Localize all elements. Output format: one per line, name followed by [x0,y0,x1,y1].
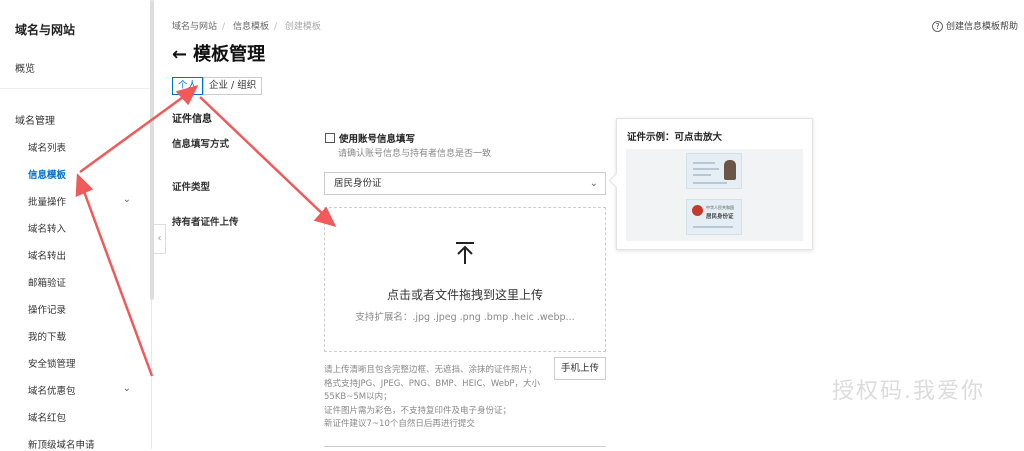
help-link[interactable]: ? 创建信息模板帮助 [931,19,1018,32]
card-text-line [693,226,733,228]
checkbox-box[interactable] [325,133,335,143]
upload-dropzone[interactable]: 点击或者文件拖拽到这里上传 支持扩展名：.jpg .jpeg .png .bmp… [324,207,606,352]
example-title: 证件示例：可点击放大 [627,132,723,143]
sidebar-item-discount-pack[interactable]: 域名优惠包 ⌄ [28,383,143,397]
tab-organization[interactable]: 企业 / 组织 [203,77,263,95]
cert-type-label: 证件类型 [172,182,211,193]
card-text-line [693,174,711,176]
breadcrumb-separator: / [222,22,226,32]
card-back-subtitle: 居民身份证 [706,214,734,220]
upload-note: 新证件建议7~10个自然日后再进行提交 [324,419,475,429]
page-title-text: 模板管理 [193,44,266,65]
upload-note: 请上传清晰且包含完整边框、无遮挡、涂抹的证件照片； [324,365,537,375]
chevron-down-icon: ⌄ [589,178,598,189]
sidebar-item-email-verification[interactable]: 邮箱验证 [28,275,143,289]
help-link-label: 创建信息模板帮助 [945,22,1018,32]
next-field-border [324,446,606,447]
card-back-title: 中华人民共和国 [706,205,734,210]
sidebar-item-domain-list[interactable]: 域名列表 [28,140,143,154]
fill-method-label: 信息填写方式 [172,139,230,150]
chevron-left-icon: ‹ [157,233,162,244]
upload-arrow-icon [456,242,474,264]
use-account-info-checkbox[interactable]: 使用账号信息填写 [325,131,415,145]
portrait-icon [724,160,736,180]
sidebar-item-red-packet[interactable]: 域名红包 [28,410,143,424]
sidebar-item-batch-operations[interactable]: 批量操作 ⌄ [28,194,143,208]
entity-tabs: 个人 企业 / 组织 [172,77,263,95]
upload-notes: 请上传清晰且包含完整边框、无遮挡、涂抹的证件照片； 格式支持JPG、JPEG、P… [324,364,550,432]
upload-label: 持有者证件上传 [172,217,239,228]
sidebar-item-overview[interactable]: 概览 [15,60,35,75]
cert-example-popover: 证件示例：可点击放大 中华人民共和国 居民身份证 [616,118,813,250]
chevron-down-icon: ⌄ [122,383,131,394]
sidebar-item-my-downloads[interactable]: 我的下载 [28,329,143,343]
card-text-line [693,162,715,164]
watermark: 授权码.我爱你 [832,379,985,404]
cert-type-value: 居民身份证 [334,178,382,189]
sidebar-item-domain-transfer-out[interactable]: 域名转出 [28,248,143,262]
sidebar-title: 域名与网站 [15,23,76,37]
sidebar-item-operation-log[interactable]: 操作记录 [28,302,143,316]
sidebar-item-info-template[interactable]: 信息模板 [28,167,143,181]
sidebar-divider [0,88,152,89]
upload-note: 证件图片需为彩色，不支持复印件及电子身份证； [324,405,512,416]
sidebar-collapse-button[interactable]: ‹ [153,224,166,254]
breadcrumb-item-domains[interactable]: 域名与网站 [172,22,217,32]
national-emblem-icon [692,205,703,216]
id-card-example-image[interactable]: 中华人民共和国 居民身份证 [626,149,803,241]
mobile-upload-button[interactable]: 手机上传 [554,357,606,380]
checkbox-label: 使用账号信息填写 [339,134,416,145]
question-circle-icon: ? [931,21,943,32]
tab-personal[interactable]: 个人 [172,77,204,95]
upload-formats: 支持扩展名：.jpg .jpeg .png .bmp .heic .webp..… [355,312,575,323]
breadcrumb-separator: / [273,22,277,32]
sidebar-item-security-lock[interactable]: 安全锁管理 [28,356,143,370]
breadcrumb-item-templates[interactable]: 信息模板 [233,22,269,32]
sidebar-item-domain-transfer-in[interactable]: 域名转入 [28,221,143,235]
sidebar-scrollbar[interactable] [150,0,154,300]
checkbox-hint: 请确认账号信息与持有者信息是否一致 [338,149,492,159]
section-title: 证件信息 [172,114,212,125]
sidebar: 域名与网站 概览 域名管理 域名列表 信息模板 批量操作 ⌄ 域名转入 域名转出 … [0,0,152,451]
annotation-arrow [199,96,329,220]
id-card-front [686,153,742,189]
sidebar-group-domain-management[interactable]: 域名管理 [15,112,55,127]
upload-note: 55KB~5M以内； [324,392,392,402]
upload-main-text: 点击或者文件拖拽到这里上传 [386,288,543,302]
card-text-line [693,168,719,170]
breadcrumb: 域名与网站 / 信息模板 / 创建模板 [172,19,326,32]
chevron-down-icon: ⌄ [122,194,131,205]
upload-note: 格式支持JPG、JPEG、PNG、BMP、HEIC、WebP，大小 [324,378,541,389]
card-text-line [693,182,727,184]
breadcrumb-item-current: 创建模板 [284,22,321,32]
arrow-left-icon[interactable]: ← [172,44,187,65]
cert-type-select[interactable]: 居民身份证 ⌄ [324,172,606,195]
id-card-back: 中华人民共和国 居民身份证 [686,199,742,235]
page-title: ← 模板管理 [172,40,265,66]
